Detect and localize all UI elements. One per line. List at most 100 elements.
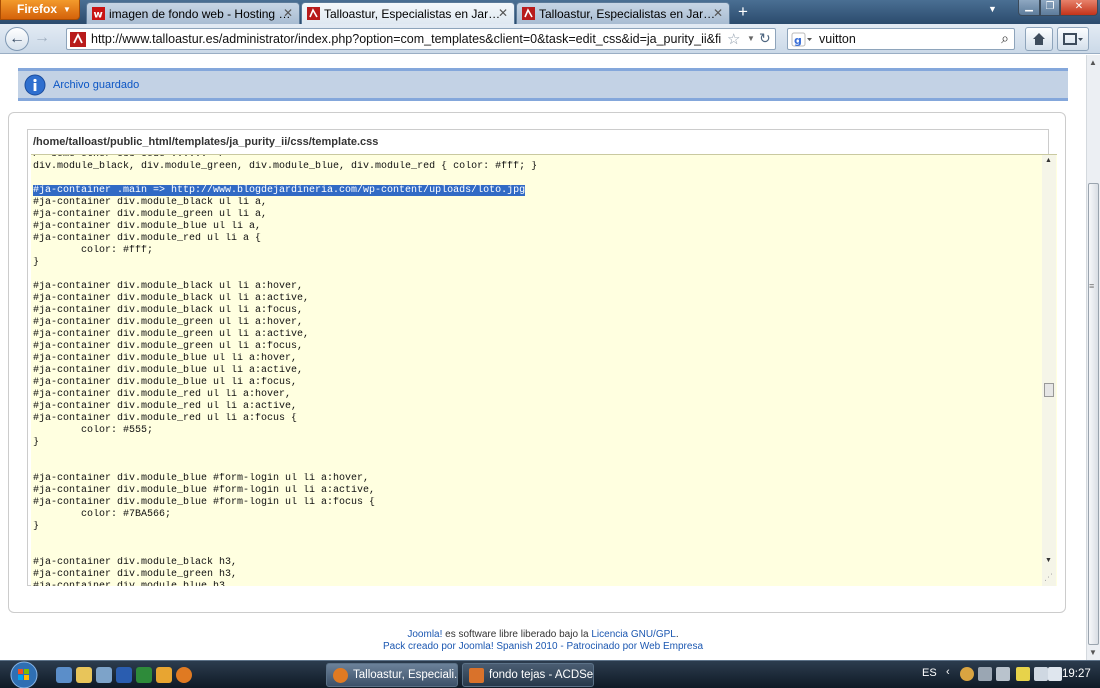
dropdown-arrow-icon: ▼ — [63, 5, 71, 14]
media-player-icon[interactable] — [156, 667, 172, 683]
scroll-up-arrow-icon[interactable]: ▲ — [1045, 157, 1052, 164]
joomla-spanish-link[interactable]: Joomla! Spanish 2010 — [459, 641, 558, 652]
code-line: #ja-container div.module_black ul li a:f… — [33, 305, 304, 316]
code-line: #ja-container div.module_blue ul li a, — [33, 221, 262, 232]
info-icon — [24, 74, 46, 96]
svg-text:g: g — [794, 34, 802, 47]
code-line: #ja-container .main => http://www.blogde… — [33, 185, 1038, 197]
tray-app-icon[interactable] — [978, 667, 992, 681]
tab-title: Talloastur, Especialistas en Jardineria — [539, 7, 721, 21]
code-line: #ja-container div.module_blue ul li a:fo… — [33, 377, 298, 388]
search-magnifier-icon[interactable]: ⌕ — [1001, 30, 1009, 47]
code-line: } — [33, 521, 40, 532]
back-button[interactable]: ← — [5, 27, 29, 51]
home-button[interactable] — [1025, 27, 1053, 51]
search-bar[interactable]: g vuitton ⌕ — [787, 28, 1015, 50]
wordpress-favicon-icon: w — [92, 7, 105, 20]
tray-app-icon[interactable] — [996, 667, 1010, 681]
tab-hosting-joomla[interactable]: w imagen de fondo web - Hosting Joo... ✕ — [86, 2, 300, 24]
close-window-button[interactable]: ✕ — [1060, 0, 1098, 16]
windows-start-icon[interactable] — [6, 661, 42, 688]
code-line: #ja-container div.module_green ul li a:h… — [33, 317, 304, 328]
taskbar-item-acdsee[interactable]: fondo tejas - ACDSe... — [462, 663, 594, 687]
pack-credit-text[interactable]: Pack creado por — [383, 641, 459, 652]
page-scrollbar[interactable]: ▲ ≡ ▼ — [1086, 55, 1100, 660]
editor-scrollbar[interactable]: ▲ ▼ — [1042, 155, 1056, 586]
network-icon[interactable] — [1034, 667, 1048, 681]
tray-app-icon[interactable] — [960, 667, 974, 681]
license-link[interactable]: Licencia GNU/GPL — [591, 629, 675, 640]
tab-talloastur-active[interactable]: Talloastur, Especialistas en Jardineria … — [301, 2, 515, 24]
firefox-icon — [333, 668, 348, 683]
code-line: #ja-container div.module_green ul li a:a… — [33, 329, 310, 340]
list-all-tabs-icon[interactable]: ▼ — [988, 4, 997, 14]
word-icon[interactable] — [116, 667, 132, 683]
bookmark-star-icon[interactable]: ☆ — [727, 30, 740, 48]
minimize-window-button[interactable]: ▁ — [1018, 0, 1040, 16]
taskbar-clock[interactable]: 19:27 — [1062, 668, 1091, 680]
code-line: color: #fff; — [33, 245, 154, 256]
scroll-grip-icon: ≡ — [1089, 281, 1095, 291]
code-line: /* some other css code ...... */ — [33, 154, 226, 160]
tab-talloastur[interactable]: Talloastur, Especialistas en Jardineria … — [516, 2, 730, 24]
scroll-down-arrow-icon[interactable]: ▼ — [1045, 557, 1052, 564]
resize-grip-icon[interactable]: ⋰ — [1044, 572, 1056, 584]
page-scroll-thumb[interactable] — [1088, 183, 1099, 645]
explorer-icon[interactable] — [96, 667, 112, 683]
tab-title: Talloastur, Especialistas en Jardineria … — [324, 7, 506, 21]
code-line: color: #7BA566; — [33, 509, 172, 520]
reload-icon[interactable]: ↻ — [759, 30, 771, 47]
file-path-label: /home/talloast/public_html/templates/ja_… — [33, 136, 379, 148]
excel-icon[interactable] — [136, 667, 152, 683]
tools-menu-button[interactable] — [1057, 27, 1089, 51]
firefox-menu-label: Firefox — [17, 2, 58, 16]
svg-text:w: w — [94, 10, 103, 21]
code-line: #ja-container div.module_red ul li a:act… — [33, 401, 298, 412]
forward-arrow-icon: → — [34, 29, 50, 46]
address-bar[interactable]: http://www.talloastur.es/administrator/i… — [66, 28, 776, 50]
code-line: } — [33, 257, 40, 268]
search-input[interactable]: vuitton — [819, 32, 856, 46]
scroll-up-arrow-icon[interactable]: ▲ — [1089, 58, 1097, 67]
close-tab-icon[interactable]: ✕ — [713, 6, 723, 20]
footer-text: . — [675, 629, 679, 640]
close-tab-icon[interactable]: ✕ — [498, 6, 508, 20]
show-hidden-icons-icon[interactable]: ‹ — [946, 666, 950, 678]
edit-css-panel: /home/talloast/public_html/templates/ja_… — [8, 112, 1066, 613]
scroll-down-arrow-icon[interactable]: ▼ — [1089, 648, 1097, 657]
web-empresa-link[interactable]: Web Empresa — [640, 641, 703, 652]
code-line: div.module_black, div.module_green, div.… — [33, 161, 538, 172]
code-line: #ja-container div.module_blue ul li a:ac… — [33, 365, 304, 376]
system-message: Archivo guardado — [18, 68, 1068, 101]
show-desktop-icon[interactable] — [56, 667, 72, 683]
editor-scroll-thumb[interactable] — [1044, 383, 1054, 397]
sponsor-text[interactable]: - Patrocinado por — [558, 641, 640, 652]
action-center-icon[interactable] — [1016, 667, 1030, 681]
joomla-link[interactable]: Joomla! — [407, 629, 442, 640]
language-indicator[interactable]: ES — [922, 667, 937, 679]
firefox-menu-button[interactable]: Firefox ▼ — [0, 0, 80, 20]
new-tab-button[interactable]: + — [733, 3, 753, 22]
volume-icon[interactable] — [1048, 667, 1062, 681]
css-code-content[interactable]: /* some other css code ...... */div.modu… — [33, 154, 1038, 586]
firefox-icon[interactable] — [176, 667, 192, 683]
tools-icon — [1063, 33, 1083, 45]
windows-taskbar: Talloastur, Especiali... fondo tejas - A… — [0, 660, 1100, 688]
close-tab-icon[interactable]: ✕ — [283, 6, 293, 20]
messenger-icon[interactable] — [76, 667, 92, 683]
code-line: #ja-container div.module_green ul li a, — [33, 209, 268, 220]
code-line: #ja-container div.module_red ul li a:hov… — [33, 389, 292, 400]
taskbar-item-label: Talloastur, Especiali... — [353, 669, 458, 681]
maximize-window-button[interactable]: ❐ — [1040, 0, 1060, 16]
url-text[interactable]: http://www.talloastur.es/administrator/i… — [91, 32, 721, 46]
css-textarea[interactable]: /* some other css code ...... */div.modu… — [31, 154, 1057, 586]
code-line: #ja-container div.module_blue h3, — [33, 581, 1038, 586]
url-history-dropdown-icon[interactable]: ▼ — [747, 34, 755, 43]
footer-text: es software libre liberado bajo la — [442, 629, 592, 640]
browser-tab-bar: Firefox ▼ w imagen de fondo web - Hosting… — [0, 0, 1100, 24]
back-arrow-icon: ← — [9, 30, 25, 47]
page-footer: Joomla! es software libre liberado bajo … — [0, 629, 1086, 653]
forward-button[interactable]: → — [30, 27, 54, 51]
taskbar-item-firefox[interactable]: Talloastur, Especiali... — [326, 663, 458, 687]
